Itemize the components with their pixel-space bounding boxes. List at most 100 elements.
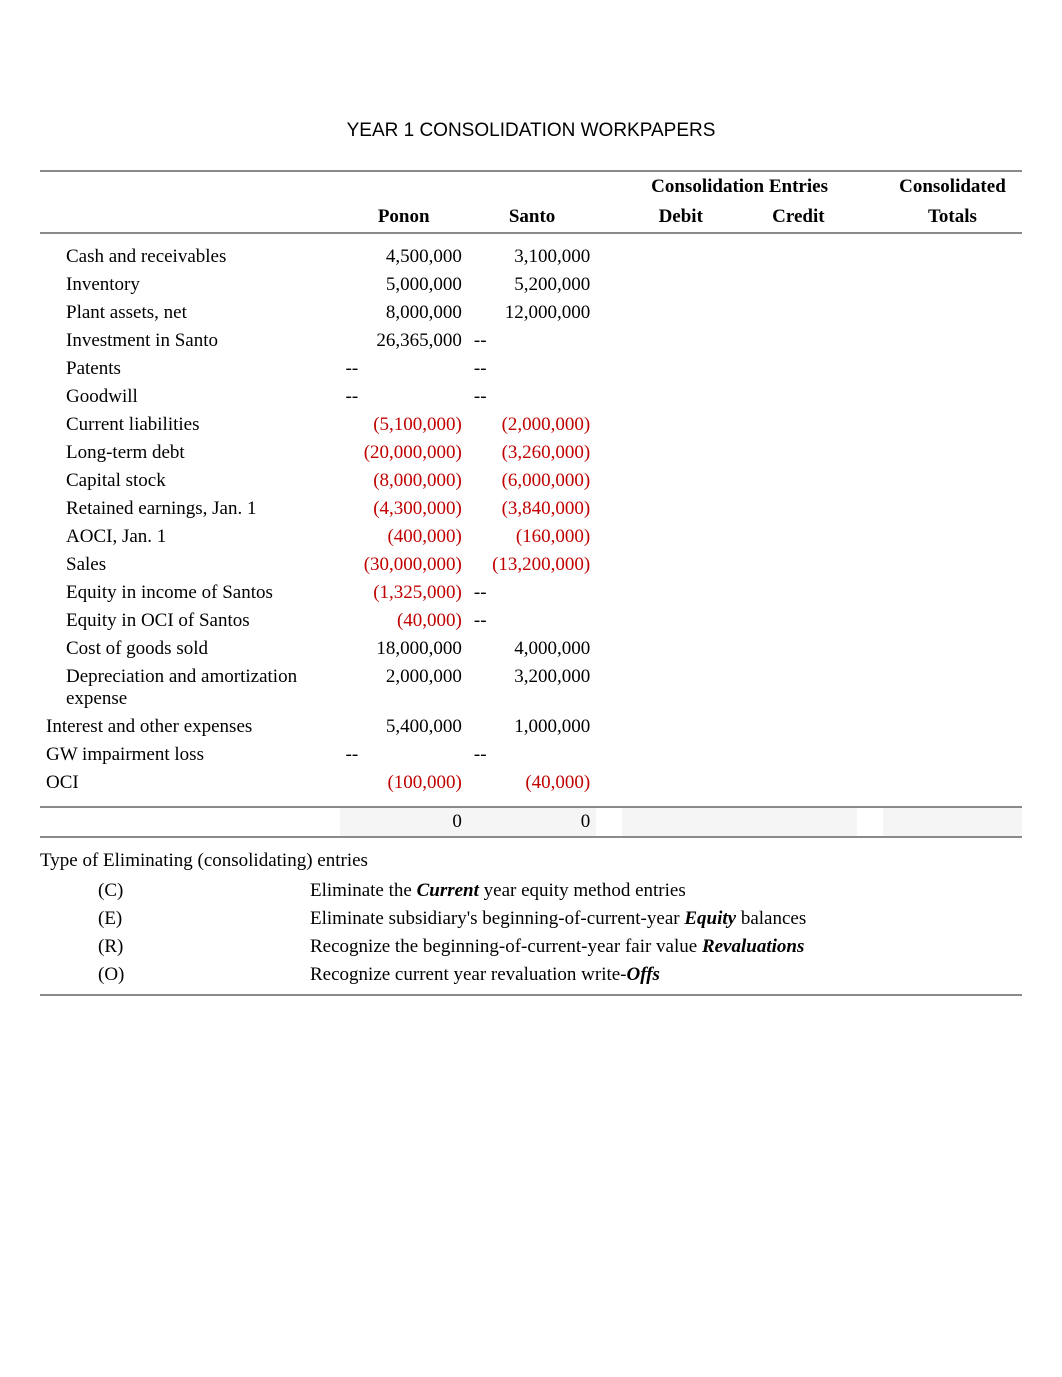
- table-row: Equity in OCI of Santos(40,000)--: [40, 607, 1022, 635]
- row-santo: (13,200,000): [468, 551, 596, 579]
- total-santo: 0: [468, 807, 596, 837]
- row-debit: [622, 355, 740, 383]
- row-debit: [622, 299, 740, 327]
- notes-table: (C)Eliminate the Current year equity met…: [40, 876, 814, 990]
- row-credit: [740, 467, 858, 495]
- row-santo: --: [468, 327, 596, 355]
- row-credit: [740, 607, 858, 635]
- row-credit: [740, 495, 858, 523]
- row-credit: [740, 299, 858, 327]
- row-total: [883, 741, 1022, 769]
- table-row: Depreciation and amortization expense2,0…: [40, 663, 1022, 713]
- row-label: Inventory: [40, 271, 340, 299]
- row-debit: [622, 327, 740, 355]
- note-description: Recognize the beginning-of-current-year …: [304, 934, 812, 960]
- note-code: (E): [42, 906, 302, 932]
- row-santo: 12,000,000: [468, 299, 596, 327]
- note-description: Recognize current year revaluation write…: [304, 962, 812, 988]
- row-debit: [622, 607, 740, 635]
- row-santo: 3,200,000: [468, 663, 596, 713]
- notes-row: (E)Eliminate subsidiary's beginning-of-c…: [42, 906, 812, 932]
- row-total: [883, 635, 1022, 663]
- notes-row: (C)Eliminate the Current year equity met…: [42, 878, 812, 904]
- header-consolidated-1: Consolidated: [883, 171, 1022, 202]
- header-debit: Debit: [622, 202, 740, 233]
- row-ponon: 2,000,000: [340, 663, 468, 713]
- row-credit: [740, 551, 858, 579]
- totals-row: 0 0: [40, 807, 1022, 837]
- row-total: [883, 299, 1022, 327]
- row-total: [883, 495, 1022, 523]
- table-row: Sales(30,000,000)(13,200,000): [40, 551, 1022, 579]
- row-total: [883, 355, 1022, 383]
- table-row: Cost of goods sold18,000,0004,000,000: [40, 635, 1022, 663]
- header-ponon: Ponon: [340, 202, 468, 233]
- row-label: Long-term debt: [40, 439, 340, 467]
- row-credit: [740, 355, 858, 383]
- row-santo: --: [468, 579, 596, 607]
- row-label: Capital stock: [40, 467, 340, 495]
- row-label: Goodwill: [40, 383, 340, 411]
- row-ponon: (100,000): [340, 769, 468, 797]
- row-total: [883, 327, 1022, 355]
- row-label: Equity in OCI of Santos: [40, 607, 340, 635]
- header-row-2: Ponon Santo Debit Credit Totals: [40, 202, 1022, 233]
- row-total: [883, 411, 1022, 439]
- row-label: Cost of goods sold: [40, 635, 340, 663]
- row-santo: (160,000): [468, 523, 596, 551]
- row-total: [883, 551, 1022, 579]
- row-total: [883, 607, 1022, 635]
- table-row: Equity in income of Santos(1,325,000)--: [40, 579, 1022, 607]
- row-ponon: (20,000,000): [340, 439, 468, 467]
- table-row: Interest and other expenses5,400,0001,00…: [40, 713, 1022, 741]
- table-row: Patents----: [40, 355, 1022, 383]
- page-root: YEAR 1 CONSOLIDATION WORKPAPERS Consolid…: [0, 0, 1062, 1036]
- row-total: [883, 383, 1022, 411]
- row-credit: [740, 579, 858, 607]
- row-santo: --: [468, 741, 596, 769]
- row-santo: --: [468, 383, 596, 411]
- note-description: Eliminate subsidiary's beginning-of-curr…: [304, 906, 812, 932]
- row-ponon: --: [340, 355, 468, 383]
- row-total: [883, 271, 1022, 299]
- header-totals: Totals: [883, 202, 1022, 233]
- notes-row: (O)Recognize current year revaluation wr…: [42, 962, 812, 988]
- header-consolidation-entries: Consolidation Entries: [622, 171, 857, 202]
- note-code: (R): [42, 934, 302, 960]
- notes-title: Type of Eliminating (consolidating) entr…: [40, 850, 1022, 872]
- row-ponon: (30,000,000): [340, 551, 468, 579]
- row-debit: [622, 383, 740, 411]
- table-row: Long-term debt(20,000,000)(3,260,000): [40, 439, 1022, 467]
- row-debit: [622, 769, 740, 797]
- row-label: AOCI, Jan. 1: [40, 523, 340, 551]
- row-ponon: 26,365,000: [340, 327, 468, 355]
- row-label: Equity in income of Santos: [40, 579, 340, 607]
- header-row-1: Consolidation Entries Consolidated: [40, 171, 1022, 202]
- row-ponon: 4,500,000: [340, 243, 468, 271]
- row-santo: (2,000,000): [468, 411, 596, 439]
- total-ponon: 0: [340, 807, 468, 837]
- row-debit: [622, 439, 740, 467]
- row-santo: 5,200,000: [468, 271, 596, 299]
- row-debit: [622, 663, 740, 713]
- row-debit: [622, 741, 740, 769]
- row-santo: 4,000,000: [468, 635, 596, 663]
- row-total: [883, 523, 1022, 551]
- row-credit: [740, 327, 858, 355]
- row-credit: [740, 769, 858, 797]
- table-row: Plant assets, net8,000,00012,000,000: [40, 299, 1022, 327]
- row-total: [883, 467, 1022, 495]
- table-row: Retained earnings, Jan. 1(4,300,000)(3,8…: [40, 495, 1022, 523]
- row-credit: [740, 663, 858, 713]
- row-debit: [622, 411, 740, 439]
- row-santo: 3,100,000: [468, 243, 596, 271]
- notes-section: Type of Eliminating (consolidating) entr…: [40, 850, 1022, 996]
- row-ponon: (400,000): [340, 523, 468, 551]
- row-label: GW impairment loss: [40, 741, 340, 769]
- notes-row: (R)Recognize the beginning-of-current-ye…: [42, 934, 812, 960]
- row-credit: [740, 243, 858, 271]
- row-credit: [740, 713, 858, 741]
- row-santo: --: [468, 355, 596, 383]
- table-row: Inventory5,000,0005,200,000: [40, 271, 1022, 299]
- row-ponon: 18,000,000: [340, 635, 468, 663]
